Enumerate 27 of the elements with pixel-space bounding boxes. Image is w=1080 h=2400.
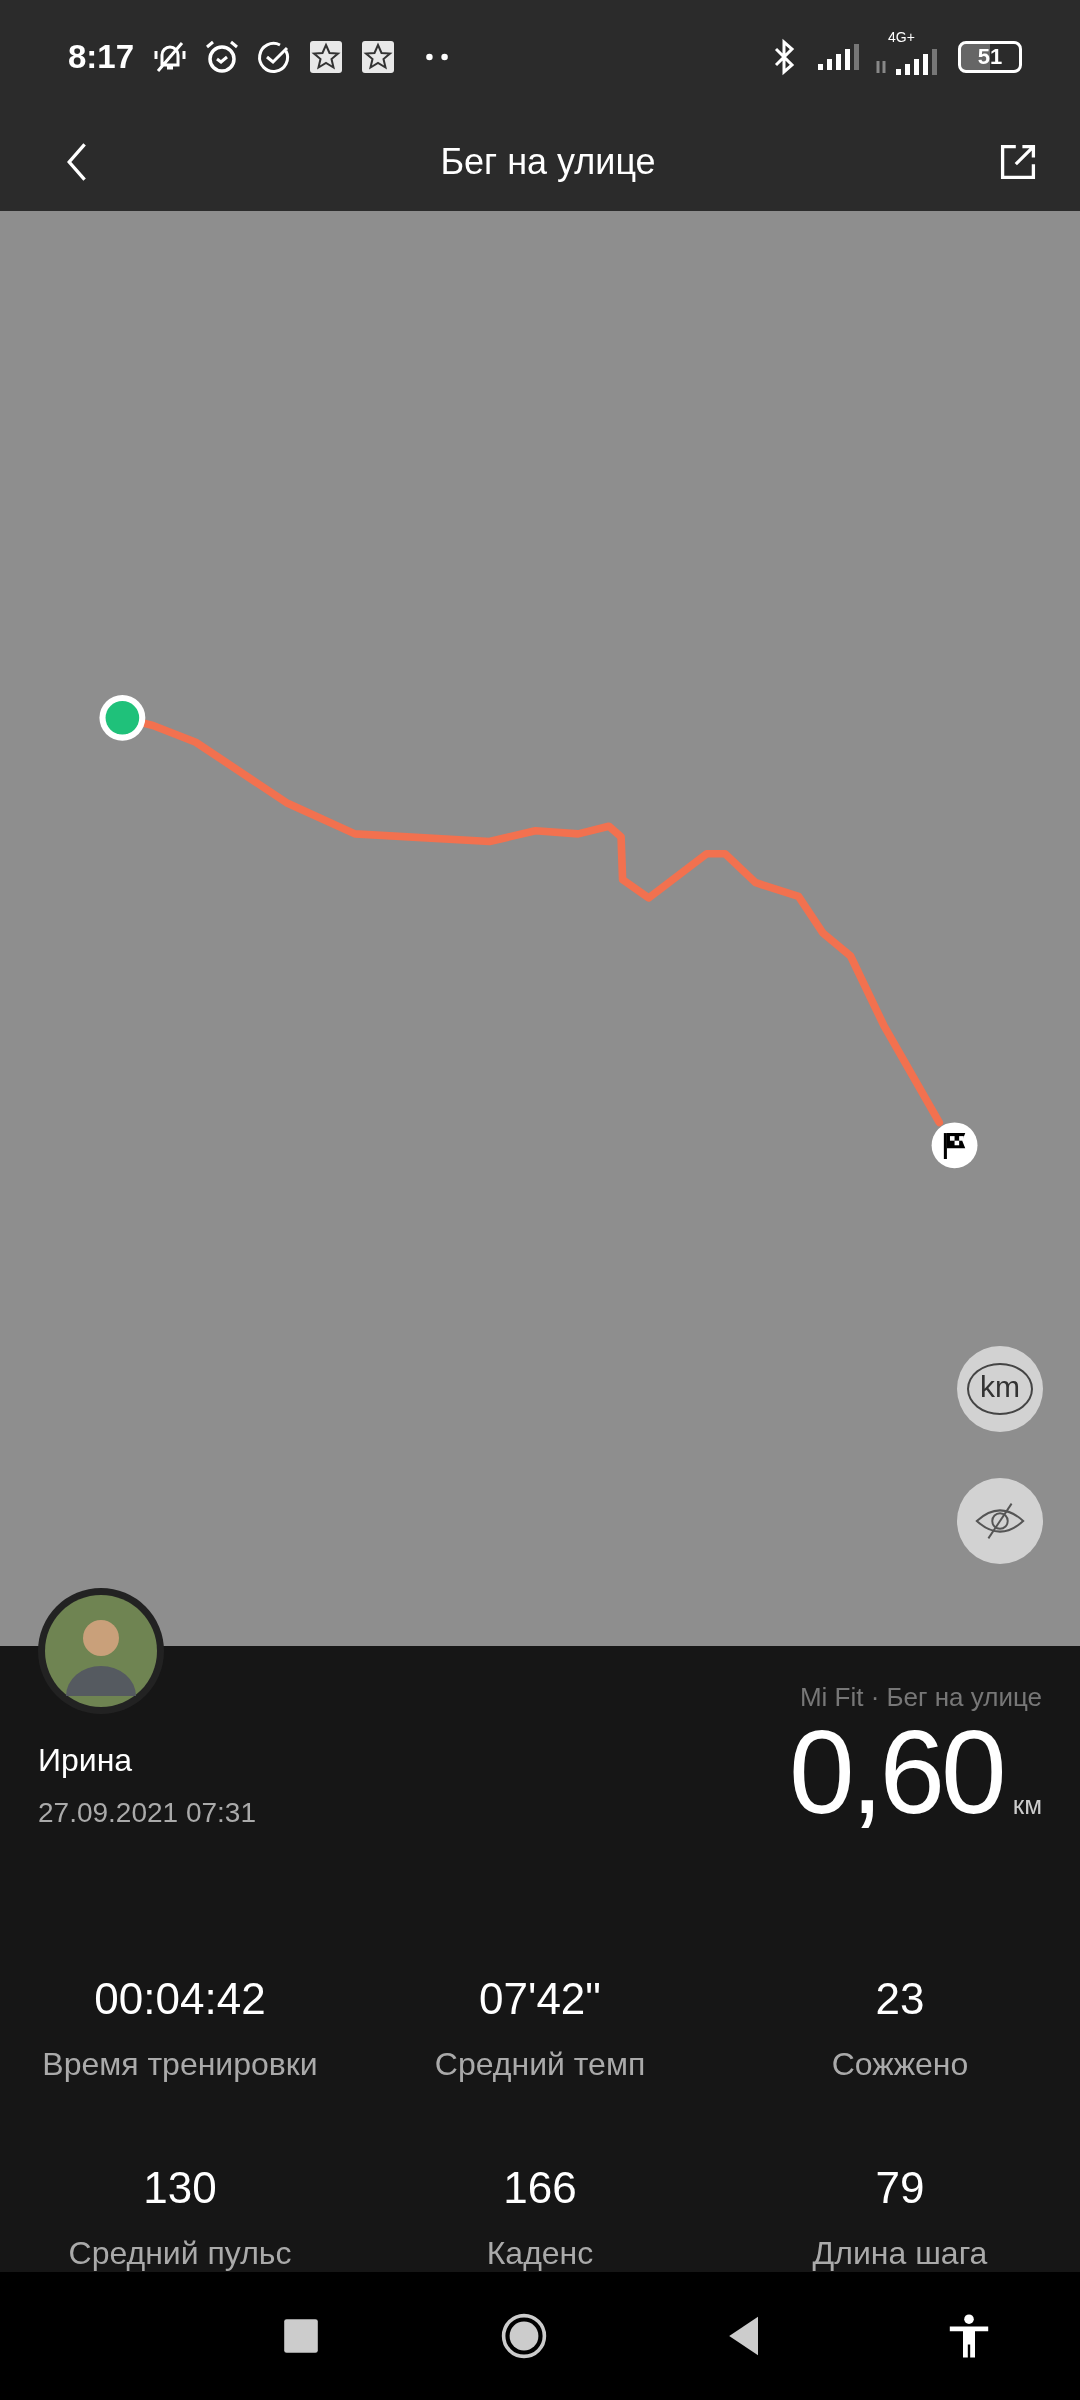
signal-icon [816, 41, 862, 72]
user-name: Ирина [38, 1742, 134, 1780]
screen-title: Бег на улице [440, 141, 656, 184]
stat-label: Время тренировки [42, 2046, 318, 2084]
home-icon[interactable] [499, 2312, 548, 2361]
stat-label: Средний темп [434, 2046, 646, 2084]
network-type: 4G+ [888, 28, 915, 45]
stat-value: 00:04:42 [94, 1974, 266, 2025]
workout-date: 27.09.2021 07:31 [38, 1797, 256, 1830]
distance-value: 0,60 [789, 1713, 1003, 1832]
clock: 8:17 [68, 37, 135, 76]
stat-value: 79 [875, 2163, 925, 2214]
signal-icon [874, 46, 940, 77]
stat-value: 166 [503, 2163, 577, 2214]
finish-flag-icon [931, 1122, 978, 1169]
start-marker [99, 695, 146, 741]
workout-source: Mi Fit · Бег на улице [799, 1682, 1042, 1714]
units-button[interactable]: km [957, 1346, 1043, 1433]
stat-value: 07'42" [479, 1974, 601, 2025]
stat-label: Каденс [486, 2235, 594, 2273]
stat-value: 130 [143, 2163, 217, 2214]
battery-indicator: 51 [958, 40, 1022, 73]
stat-label: Сожжено [831, 2046, 969, 2084]
distance-unit: км [1012, 1790, 1042, 1823]
stat-value: 23 [875, 1974, 925, 2025]
stat-label: Длина шага [812, 2235, 988, 2273]
stat-label: Средний пульс [68, 2235, 292, 2273]
